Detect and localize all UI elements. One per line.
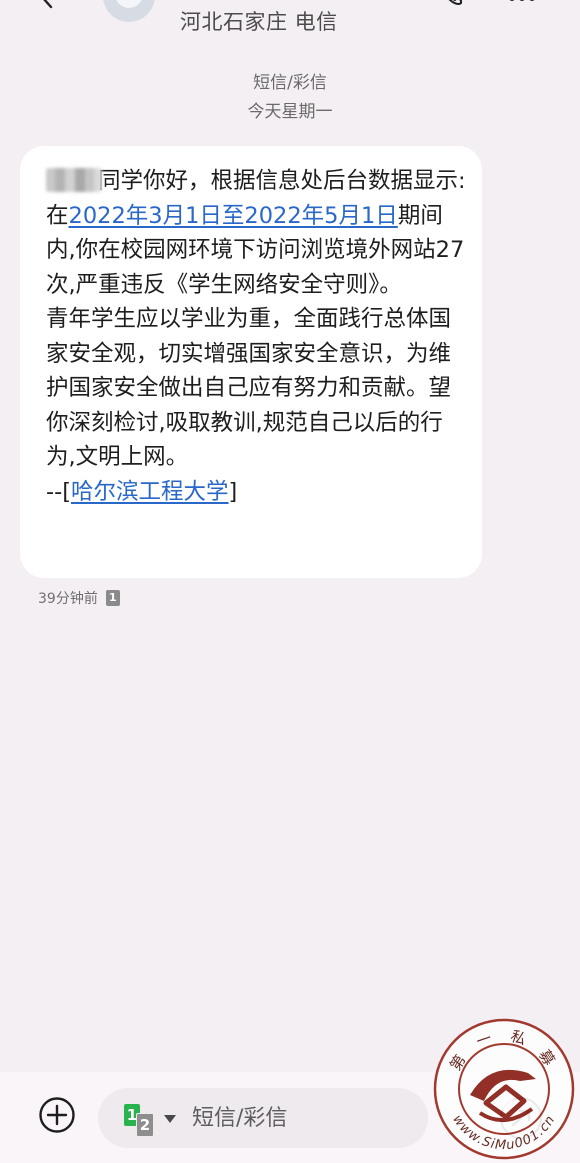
message-input[interactable] bbox=[192, 1101, 412, 1135]
contact-avatar[interactable] bbox=[103, 0, 155, 22]
sim-card-badge: 1 bbox=[105, 590, 120, 606]
message-type-label: 短信/彩信 bbox=[253, 73, 327, 93]
incoming-message-bubble[interactable]: 同学你好，根据信息处后台数据显示:在2022年3月1日至2022年5月1日期间内… bbox=[20, 146, 482, 578]
message-meta: 39分钟前 1 bbox=[38, 588, 120, 608]
message-text-segment: ] bbox=[228, 478, 238, 505]
redacted-name bbox=[46, 168, 102, 192]
date-range-link[interactable]: 2022年3月1日至2022年5月1日 bbox=[69, 203, 398, 229]
back-arrow-icon[interactable] bbox=[36, 0, 60, 10]
phone-icon[interactable] bbox=[440, 0, 464, 8]
add-circle-icon[interactable] bbox=[38, 1096, 76, 1134]
sim2-icon: 2 bbox=[136, 1113, 154, 1137]
message-timestamp: 39分钟前 bbox=[38, 591, 98, 607]
conversation-header: 河北石家庄 电信 bbox=[0, 0, 580, 52]
university-link[interactable]: 哈尔滨工程大学 bbox=[71, 479, 229, 505]
more-vertical-icon[interactable] bbox=[509, 0, 535, 4]
watermark-logo: 第 一 私 募 www.SiMu001.cn bbox=[433, 1018, 575, 1160]
sim-switch-button[interactable]: 1 2 bbox=[124, 1104, 180, 1137]
message-body: 同学你好，根据信息处后台数据显示:在2022年3月1日至2022年5月1日期间内… bbox=[46, 164, 468, 509]
contact-name[interactable]: 河北石家庄 电信 bbox=[180, 6, 338, 36]
message-text-segment: 青年学生应以学业为重，全面践行总体国家安全观，切实增强国家安全意识，为维护国家安… bbox=[46, 306, 452, 505]
chevron-down-icon bbox=[164, 1115, 176, 1123]
date-divider: 今天星期一 bbox=[247, 102, 333, 122]
